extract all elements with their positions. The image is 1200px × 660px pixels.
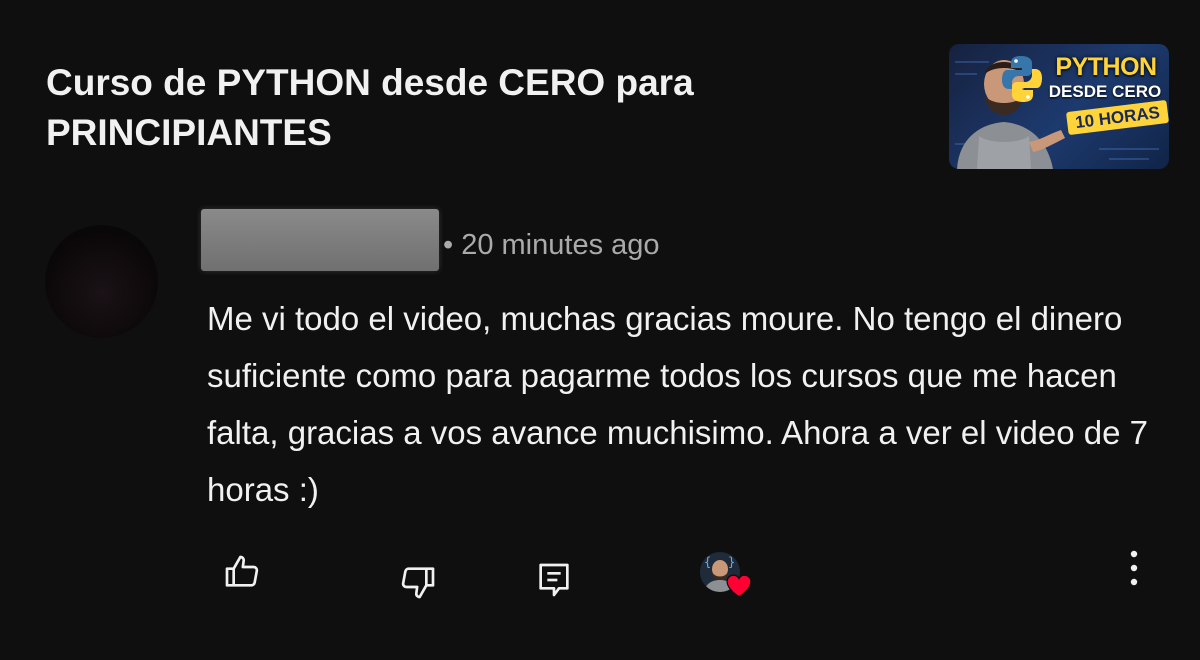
video-title[interactable]: Curso de PYTHON desde CERO para PRINCIPI…	[46, 58, 886, 158]
comment-text: Me vi todo el video, muchas gracias mour…	[207, 300, 1148, 508]
svg-text:{: {	[704, 555, 711, 569]
thumbs-up-icon	[225, 555, 259, 587]
commenter-avatar[interactable]	[45, 225, 158, 338]
dislike-button[interactable]	[394, 558, 442, 606]
reply-comment-icon	[539, 563, 569, 597]
heart-icon	[726, 574, 752, 598]
comment-timestamp: • 20 minutes ago	[443, 229, 660, 261]
commenter-name-redacted	[201, 209, 439, 271]
reply-button[interactable]	[530, 556, 578, 604]
creator-heart-badge: { }	[700, 552, 758, 602]
like-button[interactable]	[218, 548, 266, 596]
thumbnail-subtitle: DESDE CERO	[1048, 82, 1162, 101]
thumbs-down-icon	[401, 567, 435, 599]
video-thumbnail[interactable]: PYTHON DESDE CERO 10 HORAS	[949, 44, 1169, 169]
svg-text:}: }	[728, 555, 735, 569]
more-actions-button[interactable]	[1116, 546, 1152, 590]
thumbnail-title: PYTHON	[1055, 53, 1157, 81]
more-vertical-icon	[1130, 550, 1138, 586]
